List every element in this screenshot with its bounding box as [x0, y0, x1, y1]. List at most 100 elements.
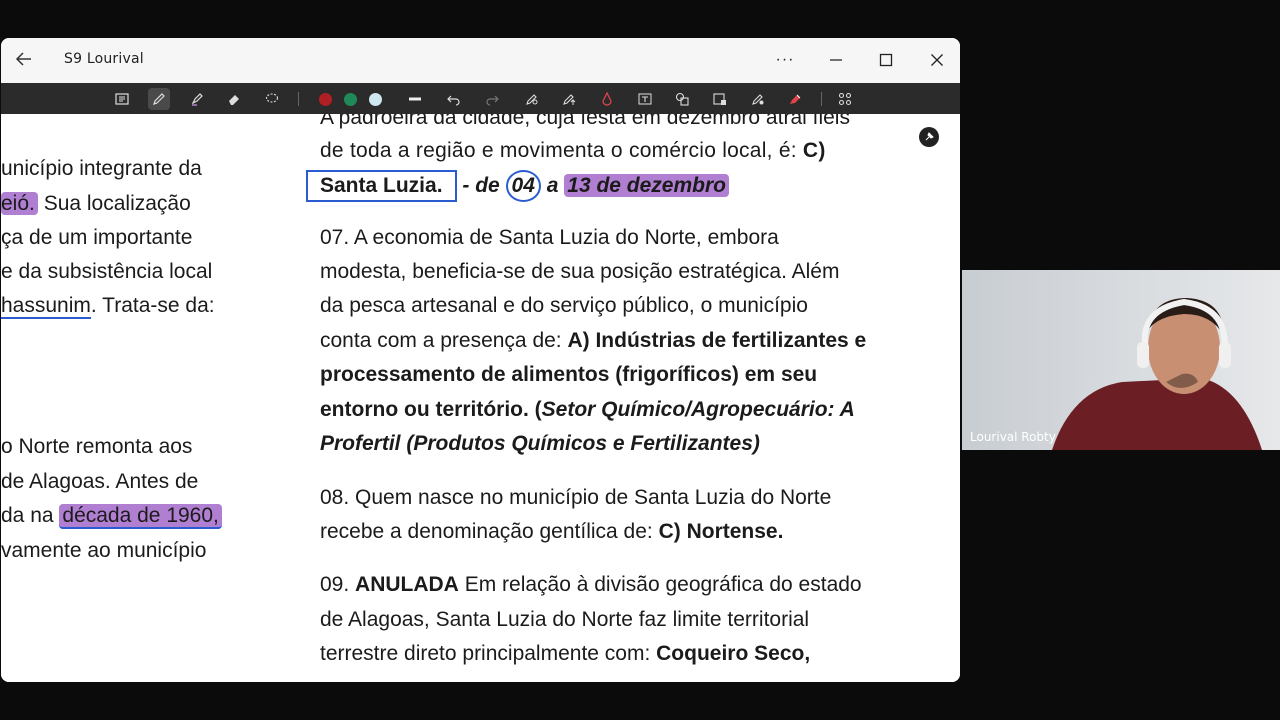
text-span: Coqueiro Seco, [656, 642, 811, 665]
text-span: - de [456, 174, 506, 197]
q07-text-line: modesta, beneficia-se de sua posição est… [320, 260, 840, 283]
pen-gear-icon [752, 94, 764, 105]
color-red-swatch[interactable] [319, 93, 332, 106]
image-lock-icon [713, 93, 726, 105]
participant-name: Lourival Robty [970, 430, 1056, 444]
text-span: a [540, 174, 565, 197]
text-span: recebe a denominação gentílica de: [320, 520, 659, 543]
maximize-button[interactable] [871, 46, 901, 74]
toolbar-separator [821, 92, 822, 106]
pen-icon [153, 93, 165, 105]
color-green-swatch[interactable] [344, 93, 357, 106]
highlight-mark: década de 1960, [59, 504, 222, 529]
pen-tool[interactable] [148, 88, 170, 110]
left-text-line: de Alagoas. Antes de [1, 470, 199, 493]
text-span: A) Indústrias de fertilizantes e [567, 329, 867, 352]
text-span: Sua localização [37, 192, 191, 215]
q07-text-line: processamento de alimentos (frigoríficos… [320, 363, 818, 386]
q06-answer-line: Santa Luzia. - de 04 a 13 de dezembro [306, 170, 729, 202]
q09-text-line: de Alagoas, Santa Luzia do Norte faz lim… [320, 608, 810, 631]
text-span: terrestre direto principalmente com: [320, 642, 657, 665]
stroke-width-icon [409, 97, 421, 101]
shapes-tool[interactable] [671, 88, 693, 110]
text-insert-icon [638, 93, 652, 105]
text-box-icon [115, 93, 129, 105]
pen-settings-tool[interactable] [747, 88, 769, 110]
image-insert-tool[interactable] [709, 88, 731, 110]
lasso-icon [265, 93, 279, 103]
q06-text-line: de toda a região e movimenta o comércio … [320, 137, 826, 165]
grid-icon [838, 92, 852, 106]
undo-icon [447, 95, 460, 106]
webcam-video: Lourival Robty [962, 270, 1280, 450]
minimize-button[interactable] [821, 46, 851, 74]
more-options-button[interactable]: ··· [770, 46, 800, 74]
search-pen-tool[interactable] [521, 88, 543, 110]
ink-color-tool[interactable] [596, 88, 618, 110]
color-light-blue-swatch[interactable] [369, 93, 382, 106]
insert-text-tool[interactable] [634, 88, 656, 110]
toolbar-separator [298, 92, 299, 106]
left-text-line: eió. Sua localização [1, 190, 191, 218]
undo-button[interactable] [443, 88, 465, 110]
highlighter-icon [191, 93, 203, 106]
q08-text-line: recebe a denominação gentílica de: C) No… [320, 518, 783, 546]
text-span: C) Nortense. [658, 520, 784, 543]
maximize-icon [879, 53, 893, 67]
q07-text-line: Profertil (Produtos Químicos e Fertiliza… [320, 432, 760, 455]
apps-button[interactable] [834, 88, 856, 110]
pdf-viewer-window: S9 Lourival ··· unicípio integrante da e… [1, 38, 960, 682]
ink-drop-icon [602, 92, 612, 106]
back-button[interactable] [13, 48, 35, 70]
pen-search-icon [526, 94, 538, 105]
q06-text-line: A padroeira da cidade, cuja festa em dez… [320, 114, 850, 129]
left-text-line: da na década de 1960, [1, 502, 222, 530]
highlight-mark: 13 de dezembro [564, 174, 729, 197]
lasso-tool[interactable] [261, 88, 283, 110]
shapes-icon [675, 92, 689, 106]
redo-button[interactable] [481, 88, 503, 110]
left-text-line: e da subsistência local [1, 260, 213, 283]
left-text-line: unicípio integrante da [1, 157, 202, 180]
eraser-tool[interactable] [223, 88, 245, 110]
close-icon [931, 54, 943, 66]
highlight-mark: eió. [1, 192, 38, 215]
left-text-line: vamente ao município [1, 539, 207, 562]
text-span: 09. [320, 573, 356, 596]
text-select-tool[interactable] [111, 88, 133, 110]
redo-icon [486, 95, 499, 106]
window-title: S9 Lourival [64, 51, 144, 67]
text-span: da na [1, 504, 60, 527]
marker-icon [790, 94, 801, 104]
annotation-toolbar [1, 83, 960, 114]
stroke-width-button[interactable] [404, 88, 426, 110]
highlighter-tool[interactable] [186, 88, 208, 110]
text-span: . Trata-se da: [90, 294, 215, 317]
pin-icon [925, 132, 934, 141]
arrow-left-icon [15, 52, 31, 66]
text-span: Em relação à divisão geográfica do estad… [458, 573, 862, 596]
marker-tool[interactable] [784, 88, 806, 110]
underline-mark: hassunim [1, 294, 91, 319]
q07-text-line: conta com a presença de: A) Indústrias d… [320, 327, 866, 355]
boxed-answer: Santa Luzia. [306, 170, 457, 202]
close-button[interactable] [922, 46, 952, 74]
q07-text-line: entorno ou território. (Setor Químico/Ag… [320, 396, 855, 424]
title-bar: S9 Lourival ··· [1, 38, 960, 83]
circled-mark: 04 [505, 170, 541, 202]
pin-button[interactable] [919, 127, 939, 147]
q07-text-line: 07. A economia de Santa Luzia do Norte, … [320, 226, 779, 249]
q07-text-line: da pesca artesanal e do serviço público,… [320, 294, 808, 317]
left-text-line: o Norte remonta aos [1, 435, 193, 458]
screen: S9 Lourival ··· unicípio integrante da e… [0, 0, 1280, 720]
text-span: ANULADA [355, 573, 459, 596]
pen-up-tool[interactable] [558, 88, 580, 110]
pen-arrow-icon [563, 94, 576, 105]
left-text-line: hassunim. Trata-se da: [1, 292, 215, 320]
q09-text-line: 09. ANULADA Em relação à divisão geográf… [320, 571, 862, 599]
text-span: de toda a região e movimenta o comércio … [320, 139, 803, 162]
person-video-image [962, 270, 1280, 450]
text-span: conta com a presença de: [320, 329, 568, 352]
eraser-icon [229, 95, 239, 105]
document-page: unicípio integrante da eió. Sua localiza… [1, 114, 960, 682]
